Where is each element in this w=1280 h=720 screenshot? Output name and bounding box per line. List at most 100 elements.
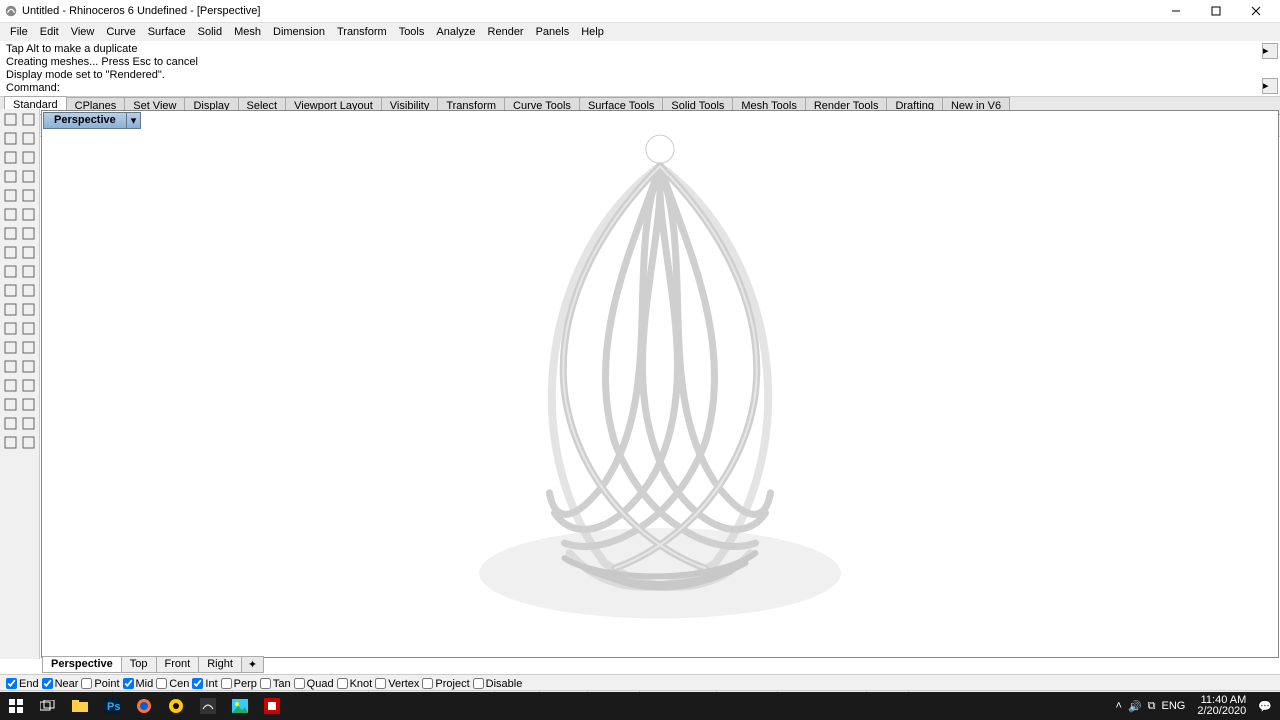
menu-transform[interactable]: Transform [331,25,393,39]
command-label: Command: [6,82,60,94]
side-tool-6-1[interactable] [21,225,38,242]
left-toolbar [0,109,40,659]
command-options-bottom[interactable]: ▸ [1262,78,1278,94]
side-tool-17-0[interactable] [2,434,19,451]
start-button[interactable] [0,692,32,720]
osnap-tan[interactable]: Tan [260,678,291,690]
system-tray[interactable]: ˄ 🔊 ⧉ ENG 11:40 AM 2/20/2020 💬 [1108,695,1280,717]
menu-edit[interactable]: Edit [34,25,65,39]
osnap-project[interactable]: Project [422,678,469,690]
menu-mesh[interactable]: Mesh [228,25,267,39]
side-tool-14-0[interactable] [2,377,19,394]
osnap-knot[interactable]: Knot [337,678,373,690]
viewport-tab-add[interactable]: ✦ [241,656,264,673]
side-tool-10-1[interactable] [21,301,38,318]
menu-curve[interactable]: Curve [100,25,141,39]
menu-render[interactable]: Render [482,25,530,39]
tray-volume-icon[interactable]: 🔊 [1128,700,1142,713]
tray-clock[interactable]: 11:40 AM 2/20/2020 [1191,695,1252,717]
side-tool-16-0[interactable] [2,415,19,432]
viewport[interactable]: Perspective ▾ [41,110,1279,658]
close-button[interactable] [1236,0,1276,22]
taskbar-photos[interactable] [224,692,256,720]
osnap-disable[interactable]: Disable [473,678,523,690]
minimize-button[interactable] [1156,0,1196,22]
osnap-mid[interactable]: Mid [123,678,154,690]
taskbar-rhino[interactable] [192,692,224,720]
tray-notifications-icon[interactable]: 💬 [1258,700,1272,713]
side-tool-8-0[interactable] [2,263,19,280]
side-tool-11-1[interactable] [21,320,38,337]
menu-file[interactable]: File [4,25,34,39]
viewport-tab-front[interactable]: Front [156,656,200,673]
osnap-perp[interactable]: Perp [221,678,257,690]
side-tool-2-1[interactable] [21,149,38,166]
taskbar-explorer[interactable] [64,692,96,720]
command-options-top[interactable]: ▸ [1262,43,1278,59]
side-tool-9-1[interactable] [21,282,38,299]
menu-view[interactable]: View [65,25,101,39]
viewport-tab-top[interactable]: Top [121,656,157,673]
side-tool-3-0[interactable] [2,168,19,185]
menu-bar: FileEditViewCurveSurfaceSolidMeshDimensi… [0,23,1280,41]
window-title: Untitled - Rhinoceros 6 Undefined - [Per… [22,5,1156,17]
side-tool-11-0[interactable] [2,320,19,337]
windows-taskbar: Ps ˄ 🔊 ⧉ ENG 11:40 AM 2/20/2020 💬 [0,692,1280,720]
side-tool-7-1[interactable] [21,244,38,261]
side-tool-16-1[interactable] [21,415,38,432]
side-tool-3-1[interactable] [21,168,38,185]
side-tool-12-1[interactable] [21,339,38,356]
maximize-button[interactable] [1196,0,1236,22]
osnap-cen[interactable]: Cen [156,678,189,690]
menu-help[interactable]: Help [575,25,610,39]
side-tool-13-0[interactable] [2,358,19,375]
side-tool-7-0[interactable] [2,244,19,261]
taskbar-app-yellow[interactable] [160,692,192,720]
side-tool-1-0[interactable] [2,130,19,147]
side-tool-6-0[interactable] [2,225,19,242]
menu-tools[interactable]: Tools [393,25,431,39]
tray-language[interactable]: ENG [1162,700,1186,712]
viewport-tab-perspective[interactable]: Perspective [42,656,122,673]
osnap-end[interactable]: End [6,678,39,690]
osnap-near[interactable]: Near [42,678,79,690]
command-area: Tap Alt to make a duplicateCreating mesh… [0,41,1280,97]
side-tool-10-0[interactable] [2,301,19,318]
command-history-line: Creating meshes... Press Esc to cancel [6,56,1274,69]
side-tool-14-1[interactable] [21,377,38,394]
tray-network-icon[interactable]: ⧉ [1148,700,1156,713]
command-input[interactable] [60,82,1274,94]
taskbar-firefox[interactable] [128,692,160,720]
taskbar-recorder[interactable] [256,692,288,720]
osnap-vertex[interactable]: Vertex [375,678,419,690]
side-tool-17-1[interactable] [21,434,38,451]
osnap-int[interactable]: Int [192,678,217,690]
menu-surface[interactable]: Surface [142,25,192,39]
side-tool-15-0[interactable] [2,396,19,413]
viewport-tab-right[interactable]: Right [198,656,242,673]
tray-chevron-icon[interactable]: ˄ [1116,700,1122,712]
viewport-canvas[interactable] [42,111,1278,644]
menu-dimension[interactable]: Dimension [267,25,331,39]
taskview-button[interactable] [32,692,64,720]
side-tool-13-1[interactable] [21,358,38,375]
side-tool-4-0[interactable] [2,187,19,204]
side-tool-2-0[interactable] [2,149,19,166]
menu-panels[interactable]: Panels [530,25,576,39]
taskbar-photoshop[interactable]: Ps [96,692,128,720]
side-tool-5-0[interactable] [2,206,19,223]
side-tool-12-0[interactable] [2,339,19,356]
side-tool-15-1[interactable] [21,396,38,413]
command-history-line: Display mode set to "Rendered". [6,69,1274,82]
side-tool-8-1[interactable] [21,263,38,280]
side-tool-0-1[interactable] [21,111,38,128]
osnap-point[interactable]: Point [81,678,119,690]
osnap-quad[interactable]: Quad [294,678,334,690]
menu-analyze[interactable]: Analyze [430,25,481,39]
side-tool-4-1[interactable] [21,187,38,204]
side-tool-5-1[interactable] [21,206,38,223]
side-tool-9-0[interactable] [2,282,19,299]
side-tool-1-1[interactable] [21,130,38,147]
side-tool-0-0[interactable] [2,111,19,128]
menu-solid[interactable]: Solid [192,25,228,39]
